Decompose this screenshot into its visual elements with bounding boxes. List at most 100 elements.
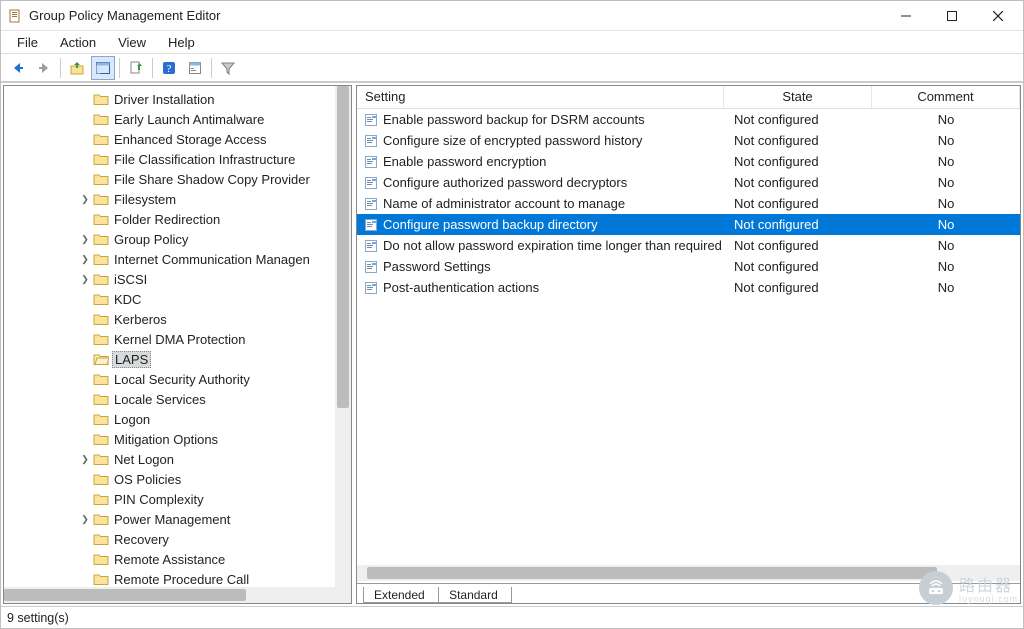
show-hide-tree-button[interactable] bbox=[91, 56, 115, 80]
tree-item[interactable]: Kerberos bbox=[4, 309, 351, 329]
tree-item-label: Kerberos bbox=[112, 312, 170, 327]
setting-comment: No bbox=[872, 154, 1020, 169]
tree-item[interactable]: ❯ Net Logon bbox=[4, 449, 351, 469]
tree-item[interactable]: OS Policies bbox=[4, 469, 351, 489]
content-area: Driver Installation Early Launch Antimal… bbox=[1, 82, 1023, 606]
tree-item[interactable]: Enhanced Storage Access bbox=[4, 129, 351, 149]
policy-icon bbox=[363, 112, 379, 128]
setting-comment: No bbox=[872, 112, 1020, 127]
properties-button[interactable] bbox=[183, 56, 207, 80]
setting-name: Password Settings bbox=[383, 259, 491, 274]
tree-item[interactable]: Folder Redirection bbox=[4, 209, 351, 229]
tree-item[interactable]: ❯ iSCSI bbox=[4, 269, 351, 289]
menu-file[interactable]: File bbox=[7, 33, 48, 52]
tree-item-label: Power Management bbox=[112, 512, 233, 527]
tree-item[interactable]: File Share Shadow Copy Provider bbox=[4, 169, 351, 189]
expander-icon[interactable]: ❯ bbox=[78, 454, 92, 465]
expander-icon[interactable]: ❯ bbox=[78, 234, 92, 245]
tree-item[interactable]: Local Security Authority bbox=[4, 369, 351, 389]
setting-state: Not configured bbox=[724, 259, 872, 274]
setting-row[interactable]: Enable password backup for DSRM accounts… bbox=[357, 109, 1020, 130]
expander-icon[interactable]: ❯ bbox=[78, 254, 92, 265]
settings-list[interactable]: Enable password backup for DSRM accounts… bbox=[357, 109, 1020, 565]
expander-icon[interactable]: ❯ bbox=[78, 194, 92, 205]
nav-forward-button[interactable] bbox=[32, 56, 56, 80]
minimize-button[interactable] bbox=[883, 1, 929, 31]
folder-icon bbox=[92, 552, 110, 566]
folder-icon bbox=[92, 412, 110, 426]
tree-item[interactable]: LAPS bbox=[4, 349, 351, 369]
tree-item[interactable]: Kernel DMA Protection bbox=[4, 329, 351, 349]
tab-extended[interactable]: Extended bbox=[363, 587, 439, 603]
column-header-setting[interactable]: Setting bbox=[357, 86, 724, 108]
folder-icon bbox=[92, 92, 110, 106]
menubar: File Action View Help bbox=[1, 31, 1023, 54]
close-button[interactable] bbox=[975, 1, 1021, 31]
tree-item[interactable]: Driver Installation bbox=[4, 89, 351, 109]
tree-horizontal-scrollbar[interactable] bbox=[4, 587, 351, 603]
expander-icon[interactable]: ❯ bbox=[78, 514, 92, 525]
tab-standard[interactable]: Standard bbox=[438, 587, 512, 603]
tree-item[interactable]: ❯ Group Policy bbox=[4, 229, 351, 249]
menu-help[interactable]: Help bbox=[158, 33, 205, 52]
help-button[interactable]: ? bbox=[157, 56, 181, 80]
export-list-button[interactable] bbox=[124, 56, 148, 80]
tree-item[interactable]: ❯ Filesystem bbox=[4, 189, 351, 209]
window-title: Group Policy Management Editor bbox=[29, 8, 883, 23]
tree-item-label: Mitigation Options bbox=[112, 432, 221, 447]
tree-item[interactable]: ❯ Internet Communication Managen bbox=[4, 249, 351, 269]
tree-item[interactable]: Remote Assistance bbox=[4, 549, 351, 569]
tree-item[interactable]: File Classification Infrastructure bbox=[4, 149, 351, 169]
tree-item[interactable]: Locale Services bbox=[4, 389, 351, 409]
tree-item-label: File Classification Infrastructure bbox=[112, 152, 298, 167]
setting-row[interactable]: Enable password encryptionNot configured… bbox=[357, 151, 1020, 172]
tree-item-label: Remote Procedure Call bbox=[112, 572, 252, 587]
tree-item[interactable]: Mitigation Options bbox=[4, 429, 351, 449]
setting-row[interactable]: Configure size of encrypted password his… bbox=[357, 130, 1020, 151]
list-horizontal-scrollbar[interactable] bbox=[357, 565, 1020, 581]
folder-icon bbox=[92, 292, 110, 306]
tree[interactable]: Driver Installation Early Launch Antimal… bbox=[4, 86, 351, 587]
tree-item[interactable]: ❯ Power Management bbox=[4, 509, 351, 529]
tree-item-label: Folder Redirection bbox=[112, 212, 223, 227]
folder-icon bbox=[92, 352, 110, 366]
folder-icon bbox=[92, 492, 110, 506]
tree-item[interactable]: Remote Procedure Call bbox=[4, 569, 351, 587]
tree-item-label: OS Policies bbox=[112, 472, 184, 487]
setting-row[interactable]: Post-authentication actionsNot configure… bbox=[357, 277, 1020, 298]
folder-icon bbox=[92, 432, 110, 446]
tree-item[interactable]: Early Launch Antimalware bbox=[4, 109, 351, 129]
view-tabs: Extended Standard bbox=[357, 583, 1020, 603]
filter-button[interactable] bbox=[216, 56, 240, 80]
tree-item[interactable]: Logon bbox=[4, 409, 351, 429]
tree-item-label: KDC bbox=[112, 292, 144, 307]
nav-back-button[interactable] bbox=[6, 56, 30, 80]
column-header-state[interactable]: State bbox=[724, 86, 872, 108]
setting-row[interactable]: Name of administrator account to manageN… bbox=[357, 193, 1020, 214]
tree-item[interactable]: PIN Complexity bbox=[4, 489, 351, 509]
column-header-comment[interactable]: Comment bbox=[872, 86, 1020, 108]
policy-icon bbox=[363, 238, 379, 254]
expander-icon[interactable]: ❯ bbox=[78, 274, 92, 285]
tree-item[interactable]: KDC bbox=[4, 289, 351, 309]
tree-vertical-scrollbar[interactable] bbox=[335, 86, 351, 587]
maximize-button[interactable] bbox=[929, 1, 975, 31]
policy-icon bbox=[363, 175, 379, 191]
app-icon bbox=[7, 8, 23, 24]
setting-row[interactable]: Configure authorized password decryptors… bbox=[357, 172, 1020, 193]
menu-view[interactable]: View bbox=[108, 33, 156, 52]
folder-icon bbox=[92, 452, 110, 466]
setting-state: Not configured bbox=[724, 133, 872, 148]
up-level-button[interactable] bbox=[65, 56, 89, 80]
toolbar-divider bbox=[152, 58, 153, 78]
setting-row[interactable]: Password SettingsNot configuredNo bbox=[357, 256, 1020, 277]
toolbar: ? bbox=[1, 54, 1023, 82]
tree-item[interactable]: Recovery bbox=[4, 529, 351, 549]
setting-row[interactable]: Do not allow password expiration time lo… bbox=[357, 235, 1020, 256]
setting-row[interactable]: Configure password backup directoryNot c… bbox=[357, 214, 1020, 235]
folder-icon bbox=[92, 512, 110, 526]
setting-comment: No bbox=[872, 217, 1020, 232]
menu-action[interactable]: Action bbox=[50, 33, 106, 52]
tree-item-label: Net Logon bbox=[112, 452, 177, 467]
tree-item-label: Remote Assistance bbox=[112, 552, 228, 567]
